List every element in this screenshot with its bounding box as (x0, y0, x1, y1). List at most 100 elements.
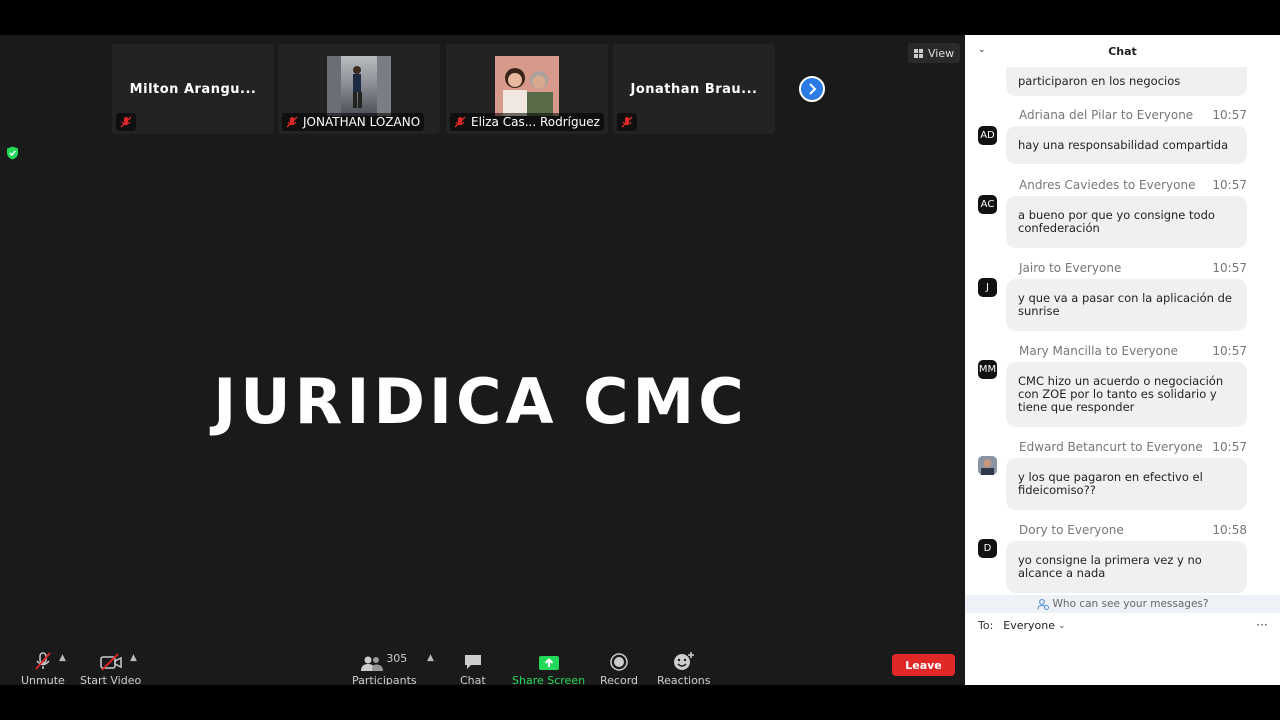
user-photo-icon (978, 456, 997, 475)
mic-muted-icon (621, 116, 633, 128)
chevron-down-icon[interactable]: ⌄ (978, 45, 986, 55)
video-options-caret[interactable]: ▲ (130, 653, 137, 663)
mic-muted-icon (120, 116, 132, 128)
record-icon (610, 653, 628, 671)
message-line: tiene que responder (1018, 400, 1135, 414)
message-header: Mary Mancilla to Everyone 10:57 (1019, 344, 1247, 358)
message-header: Edward Betancurt to Everyone 10:57 (1019, 440, 1247, 454)
message-time: 10:57 (1212, 178, 1247, 192)
message-sender: Mary Mancilla to Everyone (1019, 344, 1178, 358)
avatar: MM (978, 360, 997, 379)
participant-strip: Milton Arangu... JONATHAN LOZANO Eliza C… (0, 35, 965, 139)
chat-messages[interactable]: participaron en los negocios Adriana del… (965, 67, 1280, 593)
meeting-area: Milton Arangu... JONATHAN LOZANO Eliza C… (0, 35, 965, 687)
chat-message-bubble: y los que pagaron en efectivo el fideico… (1006, 458, 1247, 510)
message-header: Andres Caviedes to Everyone 10:57 (1019, 178, 1247, 192)
participant-tile-jonathan-brau[interactable]: Jonathan Brau... (613, 44, 775, 134)
mic-muted-icon (286, 116, 298, 128)
participant-photo (495, 56, 559, 116)
mute-indicator (116, 113, 136, 131)
message-sender: Andres Caviedes to Everyone (1019, 178, 1196, 192)
chat-bubble-icon (464, 655, 481, 669)
chat-message-bubble: a bueno por que yo consigne todo confede… (1006, 196, 1247, 248)
chat-message-bubble: participaron en los negocios (1006, 67, 1247, 96)
participant-name: JONATHAN LOZANO (303, 115, 421, 129)
participant-name: Eliza Cas... Rodríguez (471, 115, 600, 129)
grid-view-icon (914, 48, 923, 58)
participant-tile-eliza[interactable]: Eliza Cas... Rodríguez (446, 44, 608, 134)
message-line: hay una responsabilidad compartida (1018, 137, 1229, 152)
message-line: alcance a nada (1018, 566, 1106, 580)
avatar: AC (978, 195, 997, 214)
message-sender: Adriana del Pilar to Everyone (1019, 108, 1194, 122)
mic-muted-icon (454, 116, 466, 128)
next-page-button[interactable] (799, 76, 825, 102)
message-time: 10:57 (1212, 108, 1247, 122)
mic-muted-icon (35, 652, 51, 670)
to-label: To: (978, 619, 994, 632)
audio-options-caret[interactable]: ▲ (59, 653, 66, 663)
avatar (978, 456, 997, 475)
record-button[interactable]: Record (600, 649, 638, 687)
chat-message-bubble: hay una responsabilidad compartida (1006, 126, 1247, 164)
message-text: participaron en los negocios (1018, 74, 1181, 88)
avatar: D (978, 539, 997, 558)
chevron-down-icon: ⌄ (1058, 620, 1066, 631)
avatar: AD (978, 126, 997, 145)
view-button[interactable]: View (908, 43, 961, 63)
chat-button[interactable]: Chat (460, 649, 486, 687)
share-screen-icon (538, 656, 559, 670)
message-sender: Dory to Everyone (1019, 523, 1124, 537)
message-header: Adriana del Pilar to Everyone 10:57 (1019, 108, 1247, 122)
participant-name: Jonathan Brau... (630, 82, 758, 97)
participants-options-caret[interactable]: ▲ (427, 653, 434, 663)
mute-indicator (617, 113, 637, 131)
message-sender: Jairo to Everyone (1019, 261, 1122, 275)
share-screen-button[interactable]: Share Screen (512, 649, 585, 687)
chat-header: ⌄ Chat (965, 35, 1280, 67)
chat-title: Chat (1108, 44, 1137, 58)
name-label: Eliza Cas... Rodríguez (450, 113, 604, 131)
message-time: 10:57 (1212, 440, 1247, 454)
user-eye-icon (1036, 598, 1049, 610)
more-options-button[interactable]: ··· (1252, 616, 1272, 634)
message-header: Dory to Everyone 10:58 (1019, 523, 1247, 537)
participant-name: Milton Arangu... (129, 82, 257, 97)
participants-count: 305 (386, 652, 408, 665)
letterbox-top (0, 0, 1280, 35)
view-label: View (928, 46, 955, 60)
video-off-icon (99, 653, 122, 671)
participant-tile-jonathan-lozano[interactable]: JONATHAN LOZANO (278, 44, 440, 134)
message-line: sunrise (1018, 304, 1060, 318)
reactions-button[interactable]: Reactions (657, 649, 711, 687)
message-header: Jairo to Everyone 10:57 (1019, 261, 1247, 275)
chat-panel: ⌄ Chat participaron en los negocios Adri… (965, 35, 1280, 685)
security-shield-icon[interactable] (6, 145, 19, 164)
participant-tile-milton[interactable]: Milton Arangu... (112, 44, 274, 134)
name-label: JONATHAN LOZANO (282, 113, 425, 131)
chat-message-bubble: yo consigne la primera vez y no alcance … (1006, 541, 1247, 593)
recipient-value: Everyone (1003, 619, 1056, 632)
smiley-plus-icon (673, 652, 694, 670)
message-line: confederación (1018, 221, 1100, 235)
shared-content-title: JURIDICA CMC (213, 365, 748, 438)
message-sender: Edward Betancurt to Everyone (1019, 440, 1203, 454)
participant-photo (327, 56, 391, 116)
participants-icon (361, 656, 384, 671)
who-can-see-link[interactable]: Who can see your messages? (965, 595, 1280, 613)
who-can-see-text: Who can see your messages? (1052, 598, 1209, 610)
chevron-right-icon (809, 83, 817, 95)
message-time: 10:57 (1212, 261, 1247, 275)
recipient-row: To: Everyone ⌄ (978, 617, 1070, 634)
chat-message-bubble: y que va a pasar con la aplicación de su… (1006, 279, 1247, 331)
letterbox-bottom (0, 685, 1280, 720)
message-time: 10:58 (1212, 523, 1247, 537)
chat-message-bubble: CMC hizo un acuerdo o negociación con ZO… (1006, 362, 1247, 427)
message-line: fideicomiso?? (1018, 483, 1096, 497)
recipient-select[interactable]: Everyone ⌄ (999, 617, 1069, 634)
message-time: 10:57 (1212, 344, 1247, 358)
meeting-toolbar: Unmute ▲ Start Video ▲ 305 Participants … (0, 641, 965, 687)
leave-button[interactable]: Leave (892, 654, 955, 676)
participants-button[interactable]: 305 Participants (352, 649, 417, 687)
avatar: J (978, 278, 997, 297)
